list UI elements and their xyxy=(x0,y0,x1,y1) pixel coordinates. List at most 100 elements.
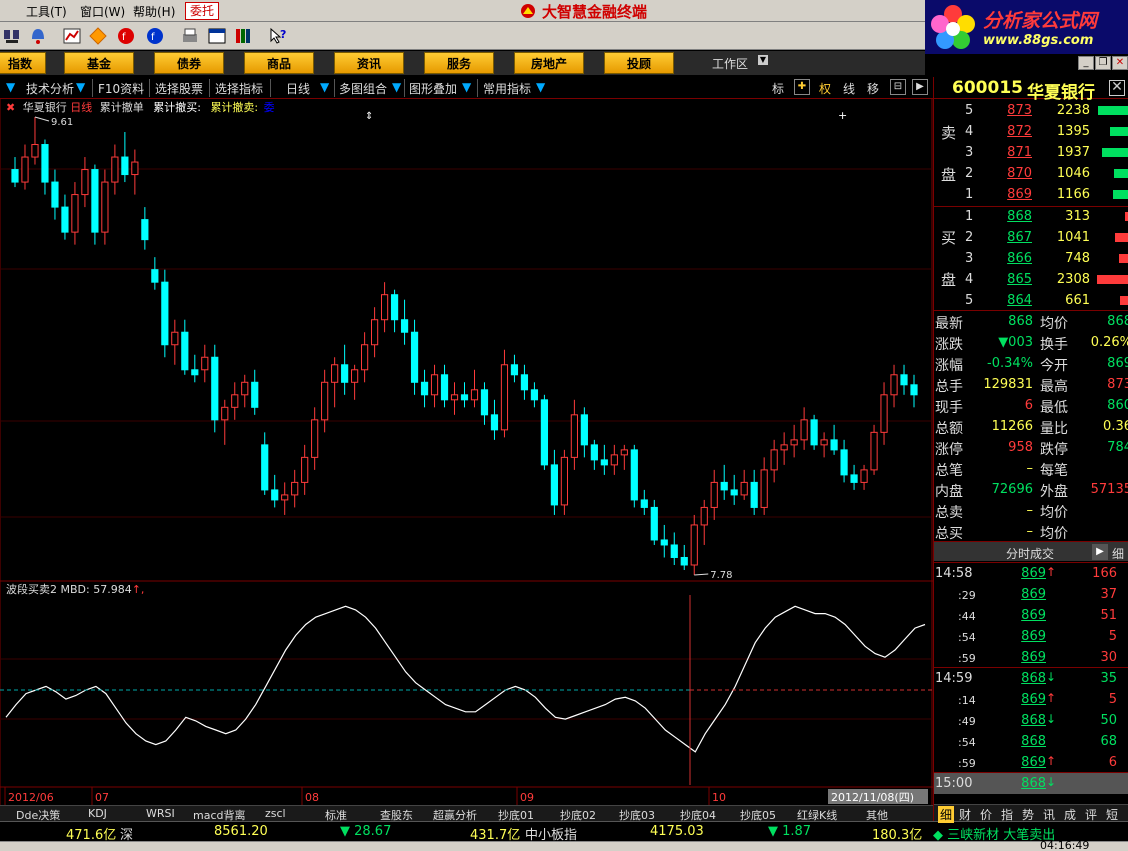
tick-row[interactable]: :59 869 ↑ 6 xyxy=(934,752,1128,773)
ticks-next-icon[interactable]: ▶ xyxy=(1092,544,1108,560)
books-icon[interactable] xyxy=(233,26,253,46)
quote-stat-row: 总买 – 均价 xyxy=(934,521,1128,542)
tick-row[interactable]: :49 868 ↓ 50 xyxy=(934,710,1128,731)
overlay-menu[interactable]: 图形叠加 xyxy=(409,80,457,97)
sell-row[interactable]: 1 869 1166 xyxy=(934,184,1128,205)
period-dropdown-icon[interactable]: ▼ xyxy=(320,80,329,94)
buy-row[interactable]: 1 868 313 xyxy=(934,206,1128,227)
indicator-line xyxy=(5,605,926,753)
buy-row[interactable]: 3 866 748 xyxy=(934,248,1128,269)
sell-row[interactable]: 4 872 1395 xyxy=(934,121,1128,142)
nav-index[interactable]: 指数 xyxy=(0,52,46,74)
candle-body xyxy=(860,469,868,483)
common-dropdown-icon[interactable]: ▼ xyxy=(536,80,545,94)
nav-bond[interactable]: 债券 xyxy=(154,52,224,74)
nav-realestate[interactable]: 房地产 xyxy=(514,52,584,74)
help-pointer-icon[interactable]: ? xyxy=(268,26,288,46)
kline-chart[interactable]: 9.61 7.78 ⇕ +2012/06 07 08 09 10 2012/11/08(四) xyxy=(0,99,933,805)
minimize-icon[interactable]: _ xyxy=(1078,56,1094,70)
tick-row[interactable]: 14:59 868 ↓ 35 xyxy=(934,668,1128,689)
order-level: 2 xyxy=(965,166,974,181)
multi-dropdown-icon[interactable]: ▼ xyxy=(392,80,401,94)
right-tab[interactable]: 短 xyxy=(1106,806,1118,823)
tick-time: :14 xyxy=(958,694,976,707)
right-tab[interactable]: 评 xyxy=(1085,806,1097,823)
right-tab[interactable]: 讯 xyxy=(1043,806,1055,823)
sell-row[interactable]: 3 871 1937 xyxy=(934,142,1128,163)
network-icon[interactable] xyxy=(2,26,22,46)
right-tab-bar: 细财价指势讯成评短 xyxy=(934,804,1128,823)
buy-row[interactable]: 2 867 1041 xyxy=(934,227,1128,248)
tech-dropdown-icon[interactable]: ▼ xyxy=(76,80,85,94)
multi-chart-menu[interactable]: 多图组合 xyxy=(339,80,387,97)
buy-row[interactable]: 5 864 661 xyxy=(934,290,1128,311)
stat-label: 外盘 xyxy=(1040,484,1068,500)
diamond-icon[interactable] xyxy=(88,26,108,46)
tick-row[interactable]: :54 869 5 xyxy=(934,626,1128,647)
chart-close-icon[interactable]: ✖ xyxy=(6,101,15,114)
buy-row[interactable]: 4 865 2308 xyxy=(934,269,1128,290)
rights-button[interactable]: 权 xyxy=(819,80,831,97)
order-volume-bar xyxy=(1119,254,1128,263)
ticks-detail-tab[interactable]: 细 xyxy=(1112,545,1124,562)
crosshair-icon[interactable]: ✚ xyxy=(794,79,810,95)
sell-row[interactable]: 2 870 1046 xyxy=(934,163,1128,184)
menu-help[interactable]: 帮助(H) xyxy=(133,3,175,20)
tick-price: 868 xyxy=(1021,776,1046,791)
close-icon[interactable]: ✕ xyxy=(1112,56,1128,70)
right-tab[interactable]: 价 xyxy=(980,806,992,823)
workarea-dropdown-icon[interactable]: ▼ xyxy=(758,55,768,65)
stat-label: 总手 xyxy=(935,379,963,395)
indicator-tab[interactable]: zscl xyxy=(265,807,286,820)
nav-service[interactable]: 服务 xyxy=(424,52,494,74)
indicator-tab[interactable]: KDJ xyxy=(88,807,107,820)
move-button[interactable]: 移 xyxy=(867,80,879,97)
menu-window[interactable]: 窗口(W) xyxy=(80,3,125,20)
tick-time: :59 xyxy=(958,757,976,770)
tick-row[interactable]: :29 869 37 xyxy=(934,584,1128,605)
nav-commodity[interactable]: 商品 xyxy=(244,52,314,74)
f10-menu[interactable]: F10资料 xyxy=(98,80,144,97)
funcbar-dropdown-icon[interactable]: ▼ xyxy=(6,80,15,94)
mark-button[interactable]: 标 xyxy=(772,80,784,97)
alarm-icon[interactable] xyxy=(28,26,48,46)
pick-indicator-menu[interactable]: 选择指标 xyxy=(215,80,263,97)
line-button[interactable]: 线 xyxy=(843,80,855,97)
tick-row[interactable]: 14:58 869 ↑ 166 xyxy=(934,563,1128,584)
indicator-tab[interactable]: WRSI xyxy=(146,807,175,820)
status-bar: 471.6亿 深 8561.20 ▼ 28.67 431.7亿 中小板指 417… xyxy=(0,821,1128,843)
right-tab[interactable]: 细 xyxy=(938,806,955,823)
overlay-dropdown-icon[interactable]: ▼ xyxy=(462,80,471,94)
play-end-icon[interactable]: ▶ xyxy=(912,79,928,95)
common-indicator-menu[interactable]: 常用指标 xyxy=(483,80,531,97)
tech-analysis-menu[interactable]: 技术分析 xyxy=(26,80,74,97)
print-icon[interactable] xyxy=(180,26,200,46)
period-menu[interactable]: 日线 xyxy=(286,80,310,97)
pick-stock-menu[interactable]: 选择股票 xyxy=(155,80,203,97)
quote-icon[interactable] xyxy=(62,26,82,46)
sell-row[interactable]: 5 873 2238 xyxy=(934,100,1128,121)
zoom-panel-icon[interactable]: ⊟ xyxy=(890,79,906,95)
right-tab[interactable]: 势 xyxy=(1022,806,1034,823)
restore-icon[interactable]: ❐ xyxy=(1095,56,1111,70)
right-tab[interactable]: 成 xyxy=(1064,806,1076,823)
quote-close-icon[interactable]: ✕ xyxy=(1109,80,1125,96)
tick-row[interactable]: :14 869 ↑ 5 xyxy=(934,689,1128,710)
candle-body xyxy=(61,206,69,233)
menu-tools[interactable]: 工具(T) xyxy=(26,3,67,20)
tick-row[interactable]: 15:00 868 ↓ xyxy=(934,773,1128,794)
tick-row[interactable]: :44 869 51 xyxy=(934,605,1128,626)
entrust-button[interactable]: 委托 xyxy=(185,2,220,20)
tick-row[interactable]: :59 869 30 xyxy=(934,647,1128,668)
candle-body xyxy=(390,294,399,321)
right-tab[interactable]: 财 xyxy=(959,806,971,823)
nav-news[interactable]: 资讯 xyxy=(334,52,404,74)
workarea-label[interactable]: 工作区 xyxy=(712,55,748,72)
nav-advisor[interactable]: 投顾 xyxy=(604,52,674,74)
right-tab[interactable]: 指 xyxy=(1001,806,1013,823)
tick-row[interactable]: :54 868 68 xyxy=(934,731,1128,752)
blue-ball-icon[interactable]: f xyxy=(145,26,165,46)
nav-fund[interactable]: 基金 xyxy=(64,52,134,74)
window-layout-icon[interactable] xyxy=(207,26,227,46)
red-ball-icon[interactable]: f xyxy=(116,26,136,46)
